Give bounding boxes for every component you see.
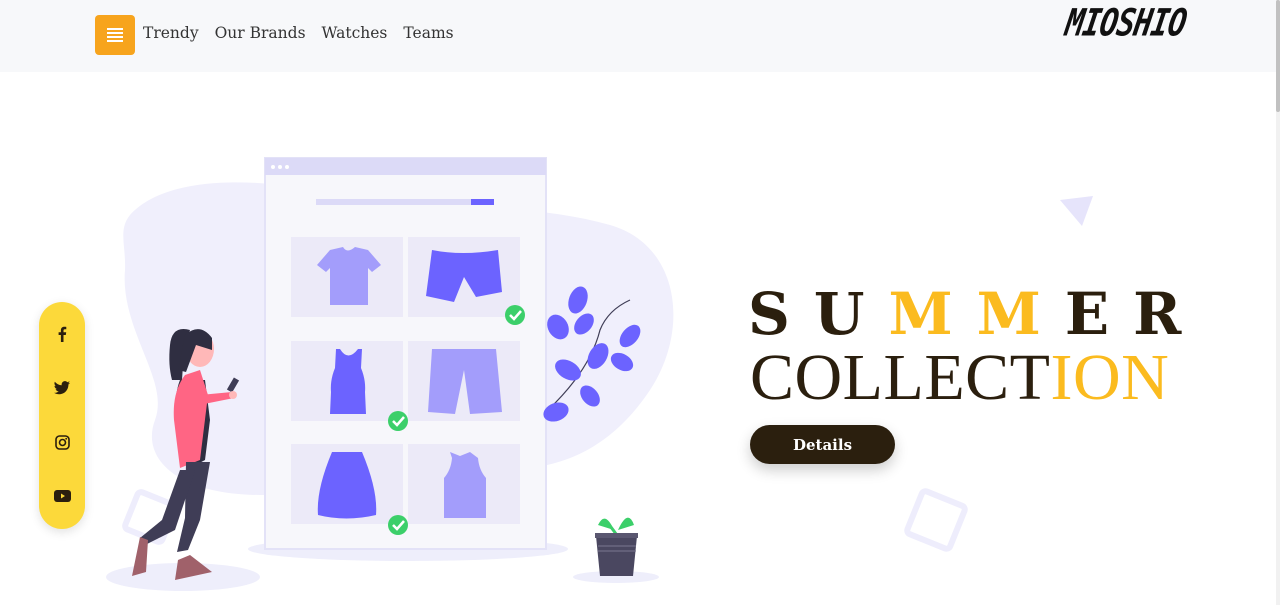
page: Trendy Our Brands Watches Teams MIOSHIO	[0, 0, 1280, 605]
title-collection-prefix: COLLECT	[750, 341, 1051, 414]
title-summer-suffix: ER	[1064, 280, 1206, 348]
scrollbar[interactable]	[1276, 0, 1280, 605]
triangle-decor	[1060, 196, 1093, 226]
check-icon	[388, 411, 408, 431]
details-button[interactable]: Details	[750, 425, 895, 464]
square-decor-right	[904, 488, 968, 552]
title-collection-highlight: ION	[1050, 341, 1170, 414]
scrollbar-thumb[interactable]	[1276, 0, 1280, 112]
hero-title-summer: SUMMER	[748, 285, 1205, 343]
check-icon	[505, 305, 525, 325]
youtube-icon[interactable]	[52, 486, 72, 506]
title-summer-highlight: MM	[888, 280, 1065, 348]
search-bar	[316, 199, 494, 205]
browser-titlebar	[265, 158, 546, 175]
facebook-icon[interactable]	[52, 324, 72, 344]
instagram-icon[interactable]	[52, 432, 72, 452]
twitter-icon[interactable]	[52, 378, 72, 398]
potted-plant	[595, 517, 638, 576]
title-summer-prefix: SU	[748, 280, 889, 348]
check-icon	[388, 515, 408, 535]
hero-title-collection: COLLECTION	[750, 345, 1169, 411]
social-sidebar	[39, 302, 85, 529]
